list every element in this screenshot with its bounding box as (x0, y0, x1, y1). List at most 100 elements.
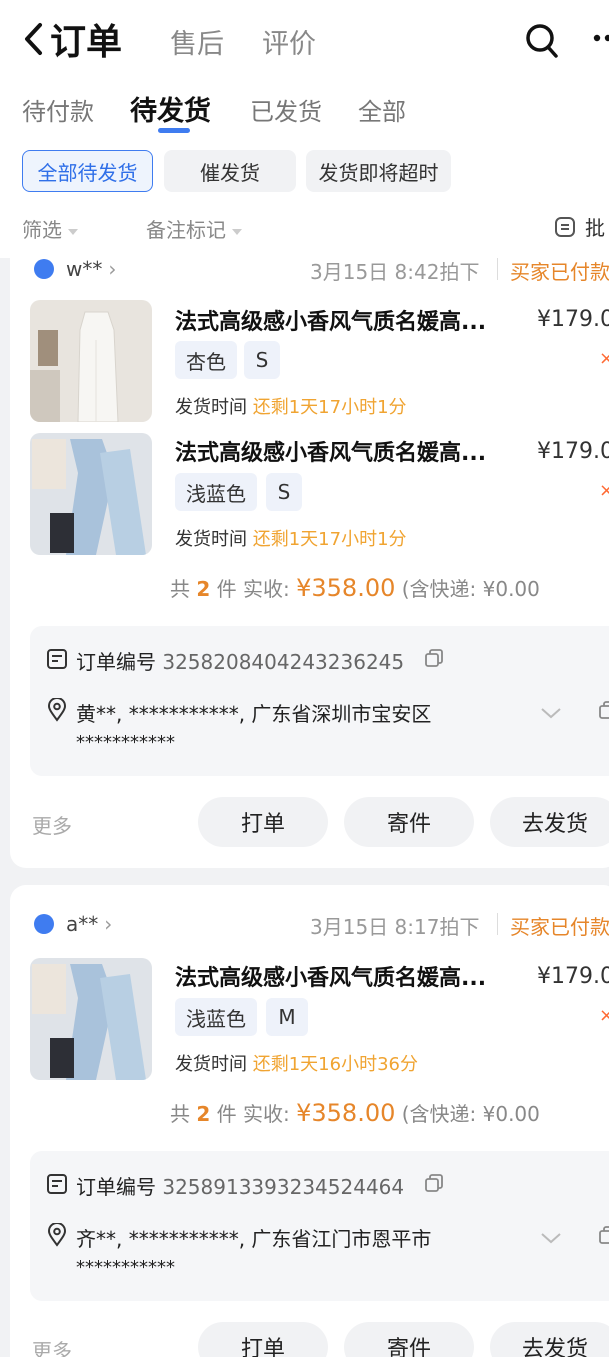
address-masked-line: *********** (76, 1257, 175, 1278)
batch-button[interactable]: 批 (553, 212, 605, 241)
remark-dropdown[interactable]: 备注标记 (146, 214, 242, 243)
shipping-address: 黄**, ***********, 广东省深圳市宝安区 (76, 702, 432, 726)
order-summary: 共 2 件 实收: ¥358.00 (含快递: ¥0.00 (170, 573, 540, 602)
filter-dropdown[interactable]: 筛选 (22, 214, 78, 243)
shipping-address: 齐**, ***********, 广东省江门市恩平市 (76, 1227, 432, 1251)
received-label: 实收: (243, 1102, 290, 1126)
ship-deadline-label: 发货时间 (175, 397, 247, 418)
order-number-label: 订单编号 (76, 650, 156, 674)
spec-color: 浅蓝色 (175, 998, 257, 1036)
print-order-button[interactable]: 打单 (198, 797, 328, 847)
location-pin-icon (47, 698, 67, 722)
tab-all[interactable]: 全部 (358, 92, 406, 127)
chip-all-pending-shipment[interactable]: 全部待发货 (22, 150, 153, 192)
nav-tab-reviews[interactable]: 评价 (262, 22, 316, 61)
remark-label: 备注标记 (146, 218, 226, 242)
more-icon[interactable] (590, 30, 609, 46)
received-amount: ¥358.00 (296, 1099, 396, 1127)
item-count: 2 (196, 1102, 211, 1126)
buyer-avatar-icon (34, 914, 54, 934)
count-prefix: 共 (170, 1102, 190, 1126)
order-number-icon (47, 649, 67, 669)
ship-deadline: 发货时间 还剩1天17小时1分 (175, 525, 407, 551)
buyer-link[interactable]: a** › (34, 912, 112, 936)
product-thumbnail[interactable] (30, 300, 152, 422)
ship-deadline: 发货时间 还剩1天17小时1分 (175, 393, 407, 419)
header: 订单 售后 评价 待付款 待发货 已发货 全部 全部待发货 催发货 发货即将超时… (0, 0, 609, 258)
order-info-box: 订单编号 3258208404243236245 黄**, **********… (30, 626, 609, 776)
shipping-fee: (含快递: ¥0.00 (401, 577, 540, 601)
spec-size: S (266, 473, 302, 511)
order-number-icon (47, 1174, 67, 1194)
more-button[interactable]: 更多 (32, 810, 72, 839)
order-number-value: 3258913393234524464 (162, 1175, 405, 1199)
chip-shipment-near-timeout[interactable]: 发货即将超时 (306, 150, 451, 192)
back-button[interactable]: 订单 (22, 16, 123, 63)
buyer-avatar-icon (34, 259, 54, 279)
chevron-down-icon[interactable] (540, 706, 562, 720)
order-number: 订单编号 3258208404243236245 (76, 646, 404, 675)
ship-time-remaining: 还剩1天16小时36分 (252, 1054, 418, 1075)
product-price: ¥179.0 (537, 964, 609, 989)
product-price: ¥179.0 (537, 307, 609, 332)
nav-tab-after-sales[interactable]: 售后 (170, 22, 224, 61)
tab-pending-shipment[interactable]: 待发货 (130, 89, 211, 128)
location-pin-icon (47, 1223, 67, 1247)
count-prefix: 共 (170, 577, 190, 601)
chevron-right-icon: › (108, 257, 117, 281)
order-card: a** › 3月15日 8:17拍下 买家已付款 法式高级感小香风气质名媛高..… (10, 885, 609, 1357)
product-title[interactable]: 法式高级感小香风气质名媛高... (175, 435, 486, 467)
product-title[interactable]: 法式高级感小香风气质名媛高... (175, 304, 486, 336)
send-parcel-button[interactable]: 寄件 (344, 797, 474, 847)
order-summary: 共 2 件 实收: ¥358.00 (含快递: ¥0.00 (170, 1098, 540, 1127)
item-count: 2 (196, 577, 211, 601)
tab-pending-payment[interactable]: 待付款 (22, 92, 94, 127)
ship-button[interactable]: 去发货 (490, 797, 609, 847)
divider (497, 913, 498, 935)
ship-button[interactable]: 去发货 (490, 1322, 609, 1357)
order-time: 3月15日 8:42拍下 (310, 260, 480, 284)
shipping-fee: (含快递: ¥0.00 (401, 1102, 540, 1126)
print-order-button[interactable]: 打单 (198, 1322, 328, 1357)
address-masked-line: *********** (76, 732, 175, 753)
order-time: 3月15日 8:17拍下 (310, 915, 480, 939)
buyer-name: a** (66, 912, 99, 936)
order-number-label: 订单编号 (76, 1175, 156, 1199)
product-thumbnail[interactable] (30, 433, 152, 555)
product-title[interactable]: 法式高级感小香风气质名媛高... (175, 960, 486, 992)
received-amount: ¥358.00 (296, 574, 396, 602)
payment-status: 买家已付款 (510, 260, 609, 284)
ship-time-remaining: 还剩1天17小时1分 (252, 397, 407, 418)
copy-icon[interactable] (598, 1225, 609, 1245)
product-thumbnail[interactable] (30, 958, 152, 1080)
tab-shipped[interactable]: 已发货 (250, 92, 322, 127)
batch-label: 批 (585, 216, 605, 240)
chevron-down-icon[interactable] (540, 1231, 562, 1245)
spec-size: M (266, 998, 308, 1036)
caret-down-icon (232, 228, 242, 235)
order-number: 订单编号 3258913393234524464 (76, 1171, 404, 1200)
copy-icon[interactable] (598, 700, 609, 720)
active-tab-indicator (158, 128, 190, 133)
send-parcel-button[interactable]: 寄件 (344, 1322, 474, 1357)
more-button[interactable]: 更多 (32, 1335, 72, 1357)
page-title: 订单 (50, 22, 123, 63)
payment-status: 买家已付款 (510, 915, 609, 939)
ship-deadline-label: 发货时间 (175, 1054, 247, 1075)
order-number-value: 3258208404243236245 (162, 650, 405, 674)
spec-size: S (244, 341, 280, 379)
divider (497, 258, 498, 280)
buyer-link[interactable]: w** › (34, 257, 116, 281)
ship-deadline: 发货时间 还剩1天16小时36分 (175, 1050, 418, 1076)
ship-deadline-label: 发货时间 (175, 529, 247, 550)
product-quantity: × (599, 1005, 609, 1026)
spec-color: 浅蓝色 (175, 473, 257, 511)
chevron-left-icon (25, 23, 42, 55)
copy-icon[interactable] (424, 648, 444, 668)
list-icon (555, 216, 575, 237)
order-card: w** › 3月15日 8:42拍下 买家已付款 法式高级感小香风气质名媛高..… (10, 240, 609, 868)
product-quantity: × (599, 348, 609, 369)
chip-urge-shipment[interactable]: 催发货 (164, 150, 296, 192)
search-icon[interactable] (524, 22, 560, 60)
copy-icon[interactable] (424, 1173, 444, 1193)
